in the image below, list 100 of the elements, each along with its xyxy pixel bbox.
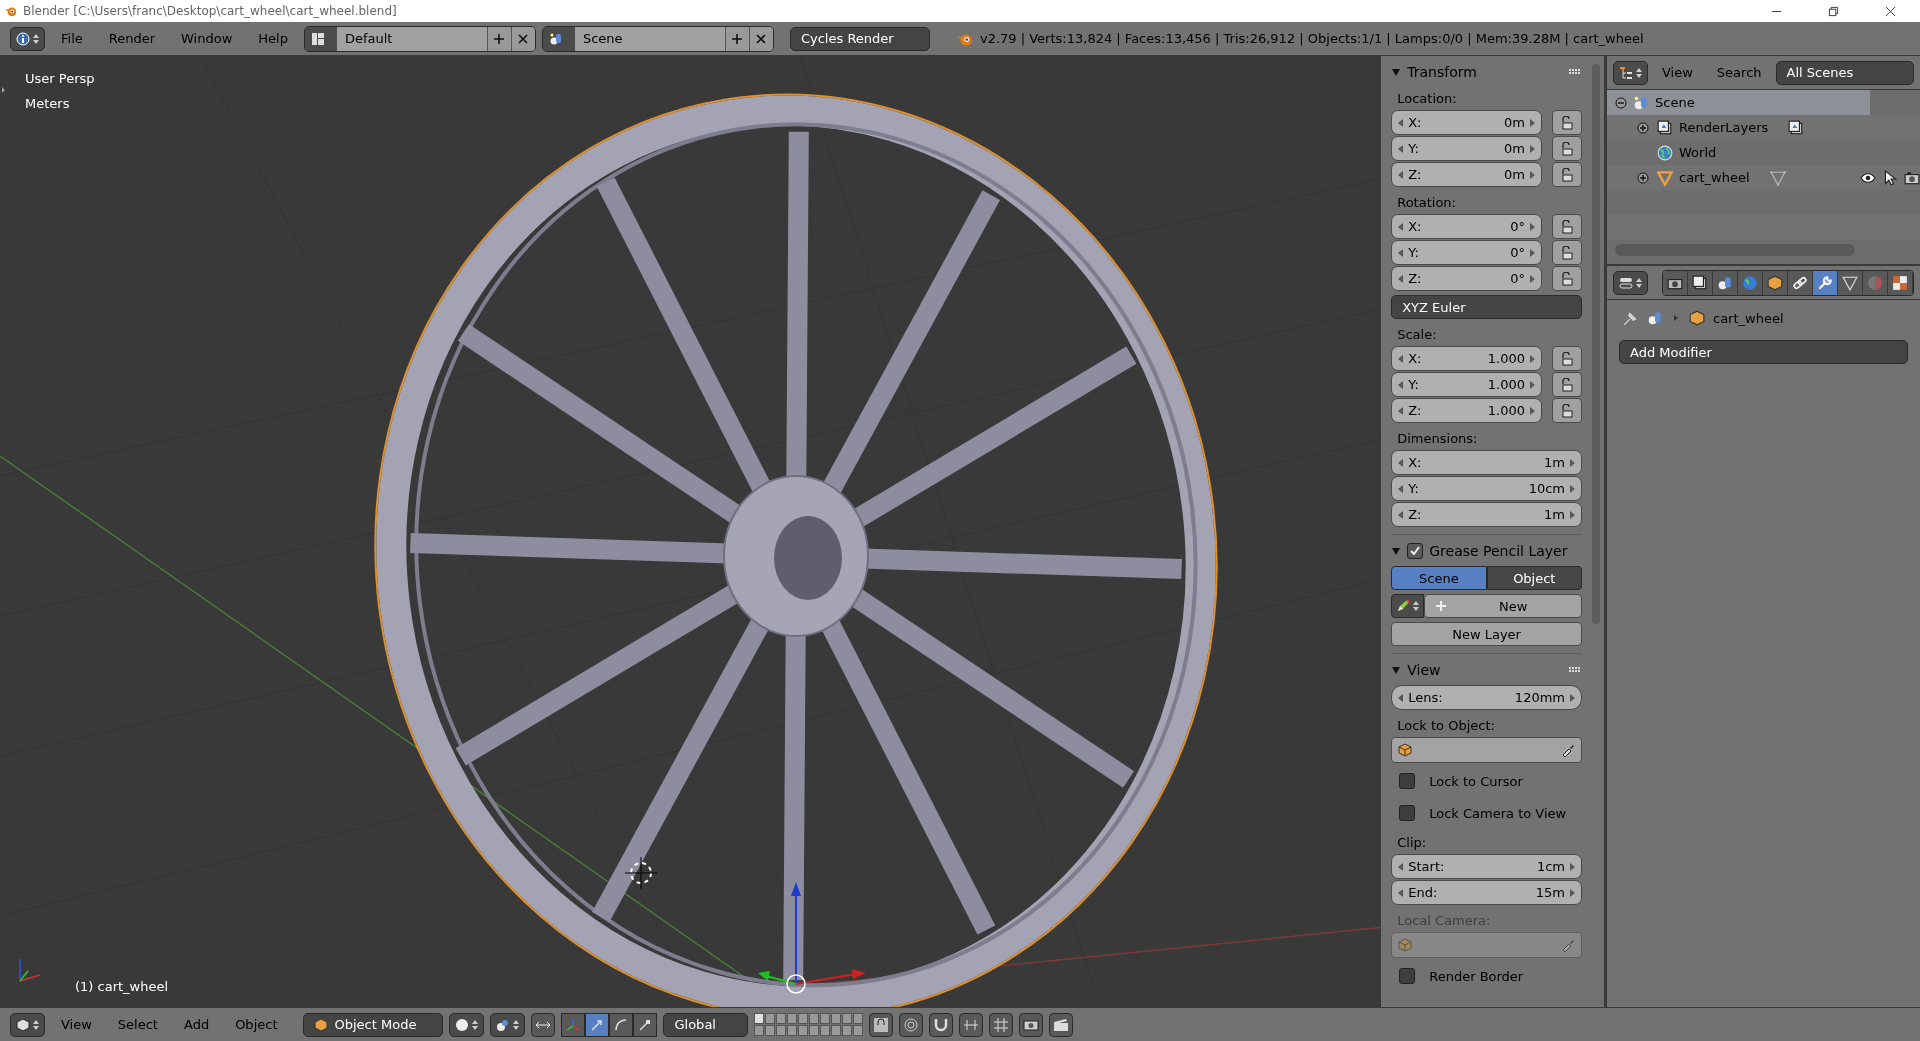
increment-arrow-icon[interactable] (1529, 222, 1535, 231)
menu-item[interactable]: View (1652, 65, 1703, 80)
lock-toggle-button[interactable] (1552, 240, 1582, 265)
object-icon[interactable] (1767, 274, 1783, 291)
increment-arrow-icon[interactable] (1529, 406, 1535, 415)
menu-item[interactable]: Render (98, 31, 166, 46)
decrement-arrow-icon[interactable] (1398, 406, 1405, 415)
number-field[interactable]: Z: 0m (1391, 162, 1542, 187)
snap-grid-icon[interactable] (989, 1012, 1014, 1037)
layer-toggle[interactable] (776, 1025, 787, 1036)
layer-toggle[interactable] (820, 1013, 831, 1024)
increment-arrow-icon[interactable] (1529, 170, 1535, 179)
editor-type-button[interactable] (10, 26, 45, 51)
outliner-icon[interactable] (1619, 65, 1633, 80)
translate-manipulator-button[interactable] (585, 1012, 610, 1037)
source-tab[interactable]: Scene (1391, 566, 1487, 590)
camera-icon[interactable] (1904, 169, 1920, 186)
pencil-icon[interactable] (1396, 599, 1411, 613)
increment-arrow-icon[interactable] (1569, 484, 1575, 493)
increment-arrow-icon[interactable] (1529, 354, 1535, 363)
decrement-arrow-icon[interactable] (1398, 248, 1405, 257)
tree-item[interactable]: Scene (1607, 90, 1870, 115)
texture-tab[interactable] (1888, 270, 1913, 295)
expand-icon[interactable] (1637, 171, 1649, 184)
lock-toggle-button[interactable] (1552, 372, 1582, 397)
data-tab[interactable] (1838, 270, 1863, 295)
area-split-icon[interactable] (0, 86, 8, 94)
increment-arrow-icon[interactable] (1529, 380, 1535, 389)
up-down-arrows-icon[interactable] (33, 1018, 39, 1031)
drag-handle-icon[interactable] (1568, 69, 1582, 75)
scene-icon[interactable] (1717, 274, 1733, 291)
layer-toggle[interactable] (853, 1025, 864, 1036)
menu-item[interactable]: Help (248, 31, 298, 46)
open-padlock-icon[interactable] (1560, 167, 1574, 182)
constraints-icon[interactable] (1792, 274, 1808, 291)
render-camera-icon[interactable] (1019, 1012, 1044, 1037)
pivot-dropdown[interactable] (490, 1012, 526, 1037)
increment-arrow-icon[interactable] (1569, 458, 1575, 467)
tree-item[interactable]: World (1607, 140, 1920, 165)
expand-icon[interactable] (1637, 121, 1649, 134)
scene-tab[interactable] (1713, 270, 1738, 295)
increment-arrow-icon[interactable] (1529, 144, 1535, 153)
increment-arrow-icon[interactable] (1529, 248, 1535, 257)
cube-icon[interactable] (314, 1017, 329, 1032)
menu-item[interactable]: Select (107, 1017, 168, 1032)
number-field[interactable]: X: 1m (1391, 450, 1582, 475)
open-padlock-icon[interactable] (1560, 351, 1574, 366)
layer-toggle[interactable] (809, 1025, 820, 1036)
decrement-arrow-icon[interactable] (1398, 862, 1405, 871)
up-down-arrows-icon[interactable] (472, 1018, 479, 1031)
layer-toggle[interactable] (765, 1025, 776, 1036)
panel-header[interactable]: Grease Pencil Layer (1391, 534, 1582, 563)
decrement-arrow-icon[interactable] (1398, 274, 1405, 283)
lock-toggle-button[interactable] (1552, 346, 1582, 371)
scale-manipulator-button[interactable] (633, 1012, 658, 1037)
number-field[interactable]: X: 0° (1391, 214, 1542, 239)
menu-item[interactable]: File (51, 31, 93, 46)
world-tab[interactable] (1738, 270, 1763, 295)
number-field[interactable]: Z: 1.000 (1391, 398, 1542, 423)
menu-item[interactable]: Search (1706, 65, 1772, 80)
number-field[interactable]: X: 1.000 (1391, 346, 1542, 371)
layer-lock-icon[interactable] (869, 1012, 894, 1037)
number-field[interactable]: Y: 1.000 (1391, 372, 1542, 397)
expand-triangle-icon[interactable] (1391, 67, 1402, 77)
snap-element-icon[interactable] (959, 1012, 984, 1037)
magnet-icon[interactable] (929, 1012, 954, 1037)
lock-toggle-button[interactable] (1552, 214, 1582, 239)
up-down-arrows-icon[interactable] (1636, 66, 1642, 79)
menu-item[interactable]: View (51, 1017, 102, 1032)
source-tab[interactable]: Object (1486, 566, 1582, 590)
rotate-manipulator-button[interactable] (609, 1012, 634, 1037)
toggle-icon[interactable] (566, 1017, 581, 1032)
constraints-tab[interactable] (1788, 270, 1813, 295)
number-field[interactable]: Z: 1m (1391, 502, 1582, 527)
checkbox[interactable] (1399, 968, 1416, 984)
layer-toggle[interactable] (754, 1013, 765, 1024)
layer-toggle[interactable] (842, 1013, 853, 1024)
decrement-arrow-icon[interactable] (1398, 144, 1405, 153)
open-padlock-icon[interactable] (1560, 115, 1574, 130)
layer-toggle[interactable] (787, 1025, 798, 1036)
toggle-manipulator-button[interactable] (561, 1012, 586, 1037)
layer-toggle[interactable] (787, 1013, 798, 1024)
decrement-arrow-icon[interactable] (1398, 380, 1405, 389)
modifiers-tab[interactable] (1813, 270, 1838, 295)
layer-toggle[interactable] (831, 1025, 842, 1036)
decrement-arrow-icon[interactable] (1398, 118, 1405, 127)
number-field[interactable]: Y: 10cm (1391, 476, 1582, 501)
number-field[interactable]: End: 15m (1391, 880, 1582, 905)
decrement-arrow-icon[interactable] (1398, 693, 1405, 702)
increment-arrow-icon[interactable] (1569, 510, 1575, 519)
drag-handle-icon[interactable] (1568, 667, 1582, 673)
number-field[interactable]: Start: 1cm (1391, 854, 1582, 879)
panel-header[interactable]: Transform (1391, 60, 1582, 84)
menu-item[interactable]: Object (225, 1017, 288, 1032)
new-button[interactable]: New (1424, 594, 1582, 618)
increment-arrow-icon[interactable] (1569, 693, 1575, 702)
panel-header[interactable]: View (1391, 653, 1582, 682)
decrement-arrow-icon[interactable] (1398, 222, 1405, 231)
editor-type-button[interactable] (1613, 270, 1648, 295)
layer-toggle[interactable] (776, 1013, 787, 1024)
